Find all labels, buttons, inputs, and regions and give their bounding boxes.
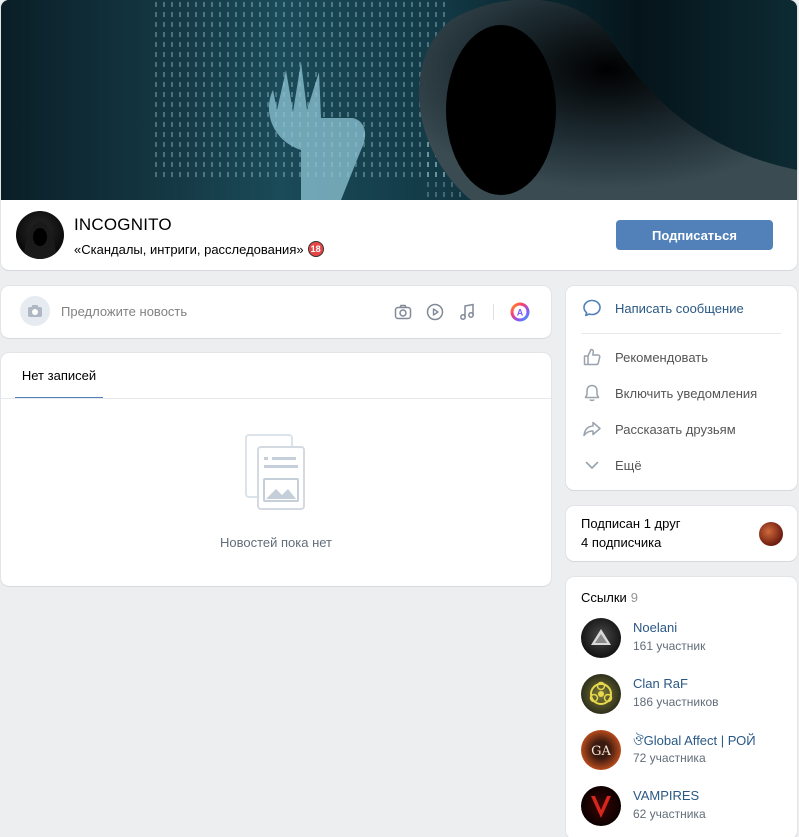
link-members: 186 участников <box>633 695 719 709</box>
suggest-news-box: Предложите новость A <box>1 286 551 338</box>
enable-notifications-button[interactable]: Включить уведомления <box>581 382 757 404</box>
link-name[interactable]: Clan RaF <box>633 676 688 691</box>
link-item[interactable]: Noelani 161 участник <box>581 618 791 658</box>
link-members: 62 участника <box>633 807 706 821</box>
recommend-label: Рекомендовать <box>615 349 708 365</box>
link-avatar[interactable] <box>581 618 621 658</box>
age-restriction-icon: 18 <box>307 241 324 257</box>
links-title-text: Ссылки <box>581 590 627 605</box>
link-item[interactable]: VAMPIRES 62 участника <box>581 786 791 826</box>
user-avatar-placeholder-icon <box>20 296 50 326</box>
svg-text:GA: GA <box>591 744 611 759</box>
links-block: Ссылки 9 Noelani 161 участник Clan RaF 18… <box>566 577 797 837</box>
link-members: 161 участник <box>633 639 706 653</box>
link-avatar[interactable]: GA <box>581 730 621 770</box>
tab-no-posts[interactable]: Нет записей <box>15 353 103 399</box>
link-avatar[interactable] <box>581 786 621 826</box>
friends-subscribed-text: Подписан 1 друг <box>581 516 681 531</box>
group-header: INCOGNITO «Скандалы, интриги, расследова… <box>1 0 797 270</box>
share-label: Рассказать друзьям <box>615 421 736 437</box>
music-icon[interactable] <box>456 301 478 323</box>
more-label: Ещё <box>615 457 642 473</box>
recommend-button[interactable]: Рекомендовать <box>581 346 708 368</box>
divider <box>493 304 494 320</box>
bell-icon <box>581 382 603 404</box>
link-name[interactable]: ঔGlobal Affect | РОЙ <box>633 732 756 753</box>
links-title[interactable]: Ссылки 9 <box>581 590 638 605</box>
group-avatar[interactable] <box>16 211 64 259</box>
link-name[interactable]: VAMPIRES <box>633 788 699 803</box>
svg-text:A: A <box>517 308 524 318</box>
enable-notifications-label: Включить уведомления <box>615 385 758 401</box>
cover-image <box>1 0 797 200</box>
group-status: «Скандалы, интриги, расследования» 18 <box>74 241 324 257</box>
more-button[interactable]: Ещё <box>581 454 642 476</box>
subscribers-count-text: 4 подписчика <box>581 535 662 550</box>
empty-news-text: Новостей пока нет <box>219 535 333 550</box>
suggest-news-input[interactable]: Предложите новость <box>61 304 187 319</box>
camera-icon[interactable] <box>392 301 414 323</box>
share-arrow-icon <box>581 418 603 440</box>
wall: Нет записей Новостей пока нет <box>1 353 551 586</box>
share-button[interactable]: Рассказать друзьям <box>581 418 736 440</box>
subscribe-button[interactable]: Подписаться <box>616 220 773 250</box>
thumbs-up-icon <box>581 346 603 368</box>
friend-avatar[interactable] <box>759 522 783 546</box>
divider <box>1 398 551 399</box>
empty-news-icon <box>244 433 308 516</box>
link-item[interactable]: GA ঔGlobal Affect | РОЙ 72 участника <box>581 730 791 770</box>
send-message-button[interactable]: Написать сообщение <box>581 297 744 319</box>
group-status-text: «Скандалы, интриги, расследования» <box>74 241 304 257</box>
group-actions: Написать сообщение Рекомендовать Включит… <box>566 286 797 490</box>
group-name: INCOGNITO <box>74 215 172 234</box>
send-message-label: Написать сообщение <box>615 300 744 316</box>
message-icon <box>581 297 603 319</box>
link-members: 72 участника <box>633 751 706 765</box>
link-item[interactable]: Clan RaF 186 участников <box>581 674 791 714</box>
chevron-down-icon <box>581 454 603 476</box>
divider <box>581 333 781 334</box>
link-avatar[interactable] <box>581 674 621 714</box>
video-icon[interactable] <box>424 301 446 323</box>
color-avatar-icon[interactable]: A <box>509 301 531 323</box>
link-name[interactable]: Noelani <box>633 620 677 635</box>
friends-subscribed-block[interactable]: Подписан 1 друг 4 подписчика <box>566 506 797 561</box>
links-count: 9 <box>630 590 639 605</box>
